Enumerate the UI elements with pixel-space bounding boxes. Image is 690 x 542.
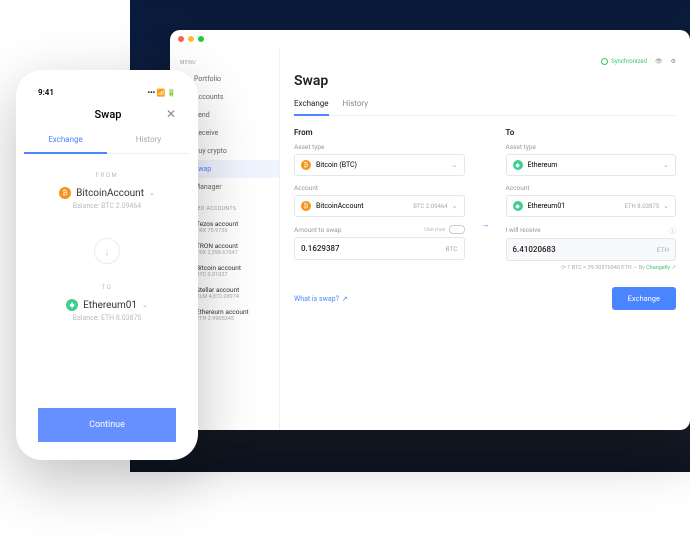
- use-max-toggle[interactable]: Use max: [424, 225, 464, 234]
- swap-arrow-icon: →: [479, 219, 492, 230]
- desktop-app: MENU 📊Portfolio ⊞Accounts ↗Send ↙Receive…: [170, 30, 690, 430]
- to-label: TO: [102, 284, 113, 291]
- page-title: Swap: [294, 73, 676, 89]
- amount-input[interactable]: 0.1629387 BTC: [294, 237, 465, 260]
- from-asset-select[interactable]: ₿Bitcoin (BTC) ⌄: [294, 154, 465, 176]
- ethereum-icon: ◆: [66, 299, 78, 311]
- status-icons: ••• 📶 🔋: [148, 89, 176, 97]
- chevron-down-icon: ⌄: [149, 189, 155, 197]
- from-account-select[interactable]: ₿ BitcoinAccount ⌄: [59, 187, 155, 199]
- phone-header: Swap ✕: [24, 101, 190, 127]
- chevron-down-icon: ⌄: [663, 202, 669, 210]
- amount-label: Amount to swapUse max: [294, 225, 465, 234]
- topbar: Synchronized 👁 ⚙: [294, 58, 676, 65]
- receive-output: 6.41020683 ETH: [506, 238, 677, 261]
- bitcoin-icon: ₿: [301, 201, 311, 211]
- menu-heading: MENU: [170, 56, 279, 70]
- chevron-down-icon: ⌄: [663, 161, 669, 169]
- ethereum-icon: ◆: [513, 160, 523, 170]
- swap-direction-icon[interactable]: ↓: [94, 238, 120, 264]
- from-account-select[interactable]: ₿BitcoinAccount BTC 2.09464⌄: [294, 195, 465, 217]
- mobile-app: 9:41 ••• 📶 🔋 Swap ✕ Exchange History FRO…: [16, 70, 198, 460]
- receive-label: I will receiveⓘ: [506, 225, 677, 235]
- tab-history[interactable]: History: [343, 99, 368, 115]
- bitcoin-icon: ₿: [301, 160, 311, 170]
- phone-title: Swap: [95, 108, 122, 121]
- subtabs: Exchange History: [294, 99, 676, 116]
- main-content: Synchronized 👁 ⚙ Swap Exchange History F…: [280, 48, 690, 430]
- eye-icon[interactable]: 👁: [655, 58, 663, 65]
- info-icon[interactable]: ⓘ: [670, 225, 677, 235]
- account-label: Account: [506, 184, 677, 192]
- to-asset-select[interactable]: ◆Ethereum ⌄: [506, 154, 677, 176]
- from-column: From Asset type ₿Bitcoin (BTC) ⌄ Account…: [294, 128, 465, 264]
- from-heading: From: [294, 128, 465, 137]
- from-label: FROM: [96, 172, 118, 179]
- clock: 9:41: [38, 88, 54, 97]
- phone-tabs: Exchange History: [24, 127, 190, 154]
- chevron-down-icon: ⌄: [142, 301, 148, 309]
- from-balance: Balance: BTC 2.09464: [73, 202, 141, 210]
- chevron-down-icon: ⌄: [452, 202, 458, 210]
- close-icon[interactable]: ✕: [166, 107, 176, 121]
- phone-tab-exchange[interactable]: Exchange: [24, 127, 107, 154]
- continue-button[interactable]: Continue: [38, 408, 176, 442]
- to-balance: Balance: ETH 8.03875: [73, 314, 142, 322]
- asset-type-label: Asset type: [506, 143, 677, 151]
- min-dot[interactable]: [188, 36, 194, 42]
- bitcoin-icon: ₿: [59, 187, 71, 199]
- exchange-button[interactable]: Exchange: [612, 287, 676, 310]
- status-bar: 9:41 ••• 📶 🔋: [24, 78, 190, 101]
- to-account-select[interactable]: ◆Ethereum01 ETH 8.03875⌄: [506, 195, 677, 217]
- phone-tab-history[interactable]: History: [107, 127, 190, 153]
- settings-icon[interactable]: ⚙: [671, 58, 676, 65]
- to-account-select[interactable]: ◆ Ethereum01 ⌄: [66, 299, 148, 311]
- tab-exchange[interactable]: Exchange: [294, 99, 329, 116]
- to-column: To Asset type ◆Ethereum ⌄ Account ◆Ether…: [506, 128, 677, 271]
- ethereum-icon: ◆: [513, 201, 523, 211]
- to-heading: To: [506, 128, 677, 137]
- help-link[interactable]: What is swap? ↗: [294, 295, 348, 303]
- rate-line: ⟳ 1 BTC = 39.30576840 ETH — By Changelly…: [506, 265, 677, 271]
- account-label: Account: [294, 184, 465, 192]
- max-dot[interactable]: [198, 36, 204, 42]
- window-chrome: [170, 30, 690, 48]
- sync-status: Synchronized: [601, 58, 647, 65]
- close-dot[interactable]: [178, 36, 184, 42]
- chevron-down-icon: ⌄: [452, 161, 458, 169]
- asset-type-label: Asset type: [294, 143, 465, 151]
